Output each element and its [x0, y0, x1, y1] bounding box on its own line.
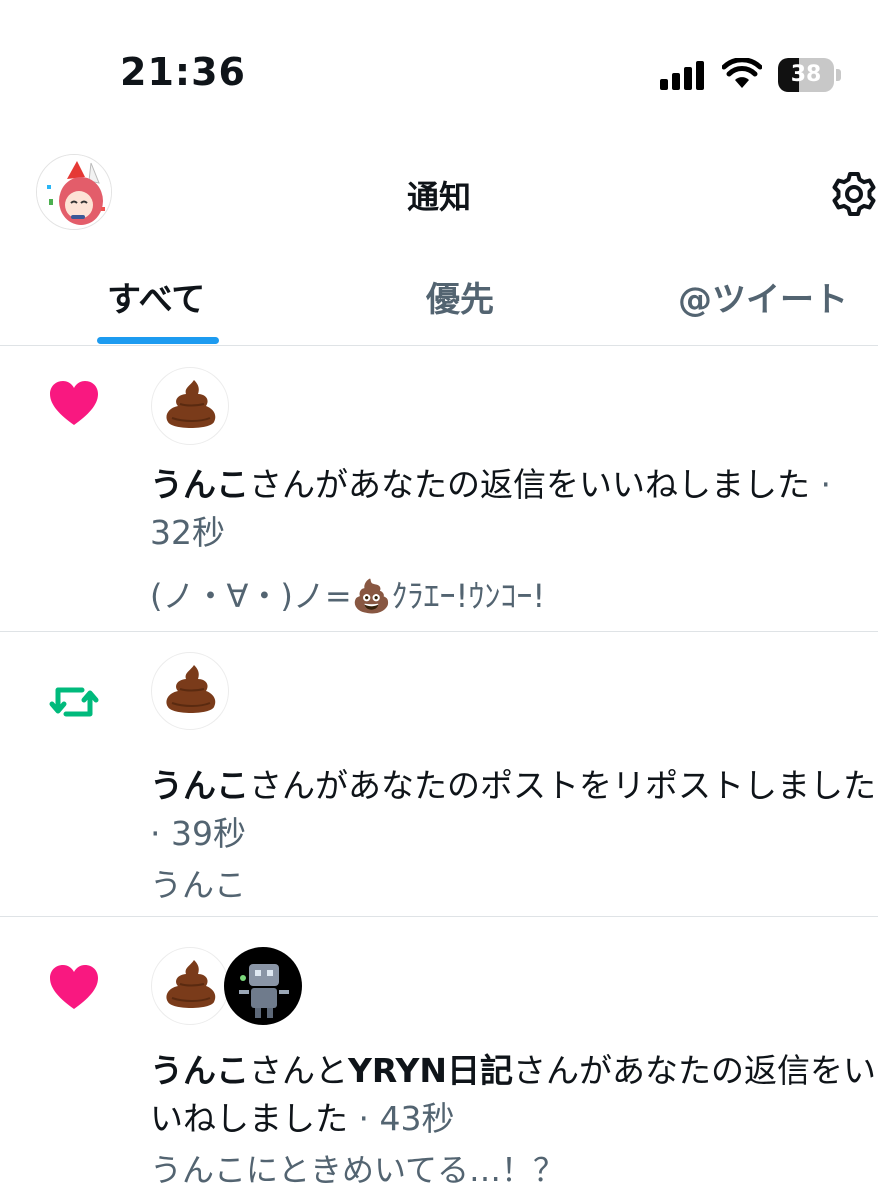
tab-all[interactable]: すべて — [107, 272, 205, 321]
post-preview: うんこ — [150, 866, 247, 904]
notification-item[interactable]: うんこさんがあなたのポストをリポストしました · 39秒 うんこ — [0, 632, 878, 917]
post-preview: (ノ・∀・)ノ=💩ｸﾗｴｰ!ｳﾝｺｰ! — [150, 577, 546, 615]
notification-item[interactable]: うんこさんとYRYN日記さんがあなたの返信をいいねしました · 43秒 うんこに… — [0, 917, 878, 1200]
wifi-icon — [722, 58, 762, 88]
status-time: 21:36 — [120, 50, 246, 94]
tab-mentions[interactable]: @ツイート — [678, 272, 848, 321]
post-preview: うんこにときめいてる…！？ — [150, 1151, 566, 1189]
notification-time: 43秒 — [379, 1099, 455, 1138]
action-text: さんがあなたの返信をいいねしました — [249, 465, 810, 504]
user-avatar[interactable] — [151, 652, 229, 730]
separator: · — [348, 1099, 380, 1138]
poop-avatar-icon — [166, 960, 216, 1008]
battery-level: 38 — [790, 62, 822, 87]
status-bar: 21:36 38 — [0, 0, 878, 130]
separator: · — [150, 814, 171, 853]
battery-icon: 38 — [778, 58, 842, 92]
top-app-bar: 通知 — [0, 150, 878, 240]
connector-text: さんと — [249, 1051, 348, 1090]
actor-name[interactable]: うんこ — [150, 465, 249, 504]
cellular-signal-icon — [660, 60, 706, 90]
page-title: 通知 — [406, 178, 471, 216]
notification-tabs: すべて 優先 @ツイート — [0, 258, 878, 346]
robot-avatar-icon — [225, 948, 301, 1024]
notifications-screen: 21:36 38 通知 すべて 優先 @ツイート うんこさんがあなたの返信をいい… — [0, 0, 878, 1200]
notification-text: うんこさんとYRYN日記さんがあなたの返信をいいねしました · 43秒 — [150, 1047, 878, 1143]
actor-name[interactable]: うんこ — [150, 1051, 249, 1090]
heart-icon — [50, 965, 98, 1009]
tab-priority[interactable]: 優先 — [426, 272, 494, 321]
notification-item[interactable]: うんこさんがあなたの返信をいいねしました · 32秒 (ノ・∀・)ノ=💩ｸﾗｴｰ… — [0, 347, 878, 632]
user-avatar-2[interactable] — [224, 947, 302, 1025]
heart-icon — [50, 381, 98, 425]
active-tab-indicator — [97, 337, 219, 344]
repost-icon — [49, 687, 99, 717]
notification-time: 32秒 — [150, 513, 225, 552]
notification-text: うんこさんがあなたのポストをリポストしました · 39秒 — [150, 762, 878, 858]
notification-time: 39秒 — [170, 814, 246, 853]
actor-name-2[interactable]: YRYN日記 — [348, 1051, 513, 1090]
notification-text: うんこさんがあなたの返信をいいねしました · 32秒 — [150, 461, 878, 557]
actor-name[interactable]: うんこ — [150, 766, 249, 805]
user-avatar[interactable] — [151, 947, 229, 1025]
separator: · — [810, 465, 831, 504]
user-avatar[interactable] — [151, 367, 229, 445]
poop-avatar-icon — [166, 380, 216, 428]
poop-avatar-icon — [166, 665, 216, 713]
settings-gear-icon[interactable] — [830, 170, 878, 218]
action-text: さんがあなたのポストをリポストしました — [249, 766, 876, 805]
